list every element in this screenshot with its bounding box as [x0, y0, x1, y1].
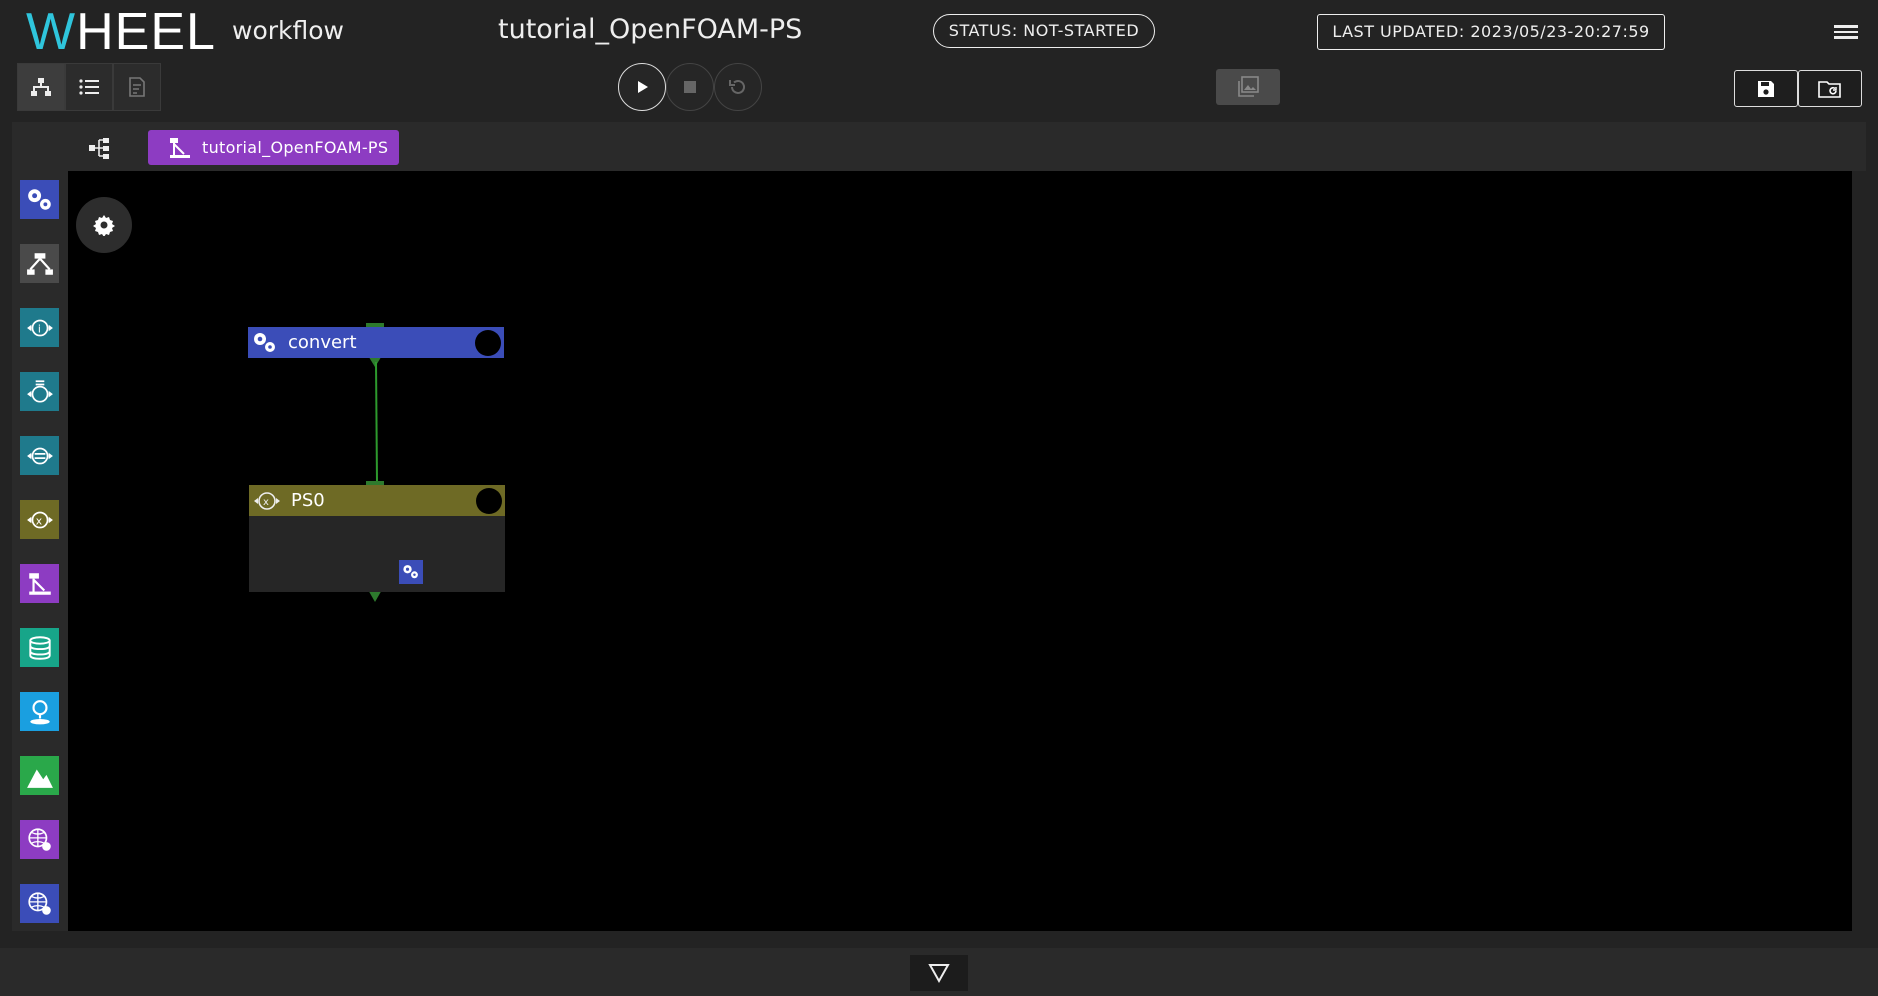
- storage-icon: [28, 635, 51, 660]
- reset-button[interactable]: [714, 63, 762, 111]
- node-status-indicator: [476, 488, 502, 514]
- stop-icon: [684, 81, 696, 93]
- viewer-icon: [26, 769, 53, 788]
- breadcrumb-current[interactable]: tutorial_OpenFOAM-PS: [148, 130, 399, 165]
- project-name: tutorial_OpenFOAM-PS: [498, 14, 803, 45]
- svg-text:i: i: [37, 322, 40, 335]
- mode-label: workflow: [232, 16, 344, 45]
- parameter-study-icon: x: [26, 511, 53, 528]
- node-status-indicator: [475, 330, 501, 356]
- log-panel-toggle[interactable]: [910, 955, 968, 991]
- status-badge: STATUS: NOT-STARTED: [933, 14, 1155, 48]
- workflow-settings-button[interactable]: [76, 197, 132, 253]
- last-updated-badge: LAST UPDATED: 2023/05/23-20:27:59: [1317, 14, 1665, 50]
- task-icon: [403, 565, 418, 579]
- save-icon: [1758, 80, 1774, 97]
- breadcrumb-label: tutorial_OpenFOAM-PS: [202, 138, 389, 157]
- component-task[interactable]: [20, 180, 59, 219]
- node-convert-header[interactable]: convert: [248, 327, 504, 358]
- parameter-study-icon: x: [254, 491, 280, 510]
- component-storage[interactable]: [20, 628, 59, 667]
- image-viewer-icon: [1238, 76, 1259, 97]
- node-label: PS0: [291, 490, 325, 511]
- workflow-icon: [26, 252, 53, 275]
- node-PS0[interactable]: x PS0: [249, 485, 505, 592]
- component-while[interactable]: [20, 436, 59, 475]
- reset-icon: [729, 79, 745, 94]
- node-PS0-body: [249, 516, 505, 592]
- cloud-task-icon: [27, 827, 51, 851]
- run-button[interactable]: [618, 63, 666, 111]
- play-icon: [638, 81, 648, 93]
- task-icon: [254, 332, 275, 352]
- foreach-icon: [170, 137, 190, 158]
- gear-icon: [93, 215, 115, 236]
- component-for[interactable]: [20, 372, 59, 411]
- for-icon: [26, 379, 53, 403]
- save-button[interactable]: [1734, 70, 1798, 107]
- component-viewer[interactable]: [20, 756, 59, 795]
- remote-task-icon: [27, 891, 51, 915]
- source-icon: [29, 699, 50, 724]
- component-workflow[interactable]: [20, 244, 59, 283]
- svg-text:x: x: [35, 514, 42, 527]
- triangle-down-icon: [928, 964, 950, 984]
- viewer-button[interactable]: [1216, 69, 1280, 105]
- node-convert[interactable]: convert: [248, 327, 504, 358]
- text-editor-icon: [129, 77, 145, 97]
- component-parameter-study[interactable]: x: [20, 500, 59, 539]
- graph-view-button[interactable]: [17, 63, 65, 111]
- component-remote-task[interactable]: [20, 884, 59, 923]
- component-foreach[interactable]: [20, 564, 59, 603]
- hamburger-menu-icon[interactable]: [1834, 22, 1858, 42]
- text-editor-button[interactable]: [113, 63, 161, 111]
- while-icon: [26, 447, 53, 464]
- revert-folder-icon: [1818, 80, 1841, 98]
- svg-text:x: x: [263, 497, 269, 508]
- component-tree-button[interactable]: [88, 136, 114, 160]
- revert-button[interactable]: [1798, 70, 1862, 107]
- component-if[interactable]: i: [20, 308, 59, 347]
- task-icon: [27, 188, 51, 210]
- node-PS0-header[interactable]: x PS0: [249, 485, 505, 516]
- child-task-icon[interactable]: [399, 560, 423, 584]
- component-source[interactable]: [20, 692, 59, 731]
- list-view-button[interactable]: [65, 63, 113, 111]
- node-label: convert: [288, 332, 357, 353]
- graph-view-icon: [31, 78, 51, 96]
- stop-button[interactable]: [666, 63, 714, 111]
- component-cloud-task[interactable]: [20, 820, 59, 859]
- list-view-icon: [79, 79, 99, 95]
- component-tree-icon: [89, 138, 109, 159]
- wheel-logo: WHEEL: [26, 3, 216, 61]
- foreach-icon: [28, 572, 51, 595]
- component-library: [12, 171, 68, 931]
- if-icon: i: [26, 319, 53, 336]
